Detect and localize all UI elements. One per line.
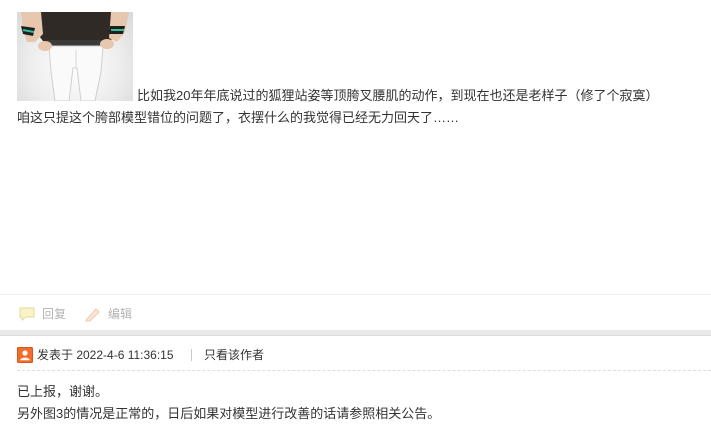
post-body-line: 另外图3的情况是正常的，日后如果对模型进行改善的话请参照相关公告。 [17, 406, 441, 421]
only-author-link[interactable]: 只看该作者 [204, 347, 264, 363]
forum-post: 发表于 2022-4-6 11:36:15 只看该作者 已上报，谢谢。 另外图3… [0, 336, 711, 444]
post-body-line: 咱这只提这个胯部模型错位的问题了，衣摆什么的我觉得已经无力回天了…… [17, 110, 460, 125]
post-body-line: 已上报，谢谢。 [17, 384, 109, 399]
reply-button[interactable]: 回复 [18, 305, 78, 323]
edit-icon [84, 306, 102, 322]
author-icon [17, 347, 33, 363]
forum-thread-page: 比如我20年年底说过的狐狸站姿等顶胯叉腰肌的动作，到现在也还是老样子（修了个寂寞… [0, 0, 711, 444]
character-figure-image [21, 12, 129, 101]
forum-post: 比如我20年年底说过的狐狸站姿等顶胯叉腰肌的动作，到现在也还是老样子（修了个寂寞… [0, 0, 711, 330]
reply-label: 回复 [42, 307, 67, 321]
reply-icon [18, 306, 36, 322]
attached-screenshot-thumbnail[interactable] [17, 12, 133, 101]
edit-label: 编辑 [108, 307, 133, 321]
post-action-bar: 回复 编辑 [0, 294, 711, 331]
dashed-divider [17, 370, 711, 371]
edit-button[interactable]: 编辑 [84, 305, 144, 323]
post-timestamp: 发表于 2022-4-6 11:36:15 [37, 348, 174, 362]
meta-divider [191, 349, 192, 361]
post-body-line: 比如我20年年底说过的狐狸站姿等顶胯叉腰肌的动作，到现在也还是老样子（修了个寂寞… [137, 88, 659, 103]
